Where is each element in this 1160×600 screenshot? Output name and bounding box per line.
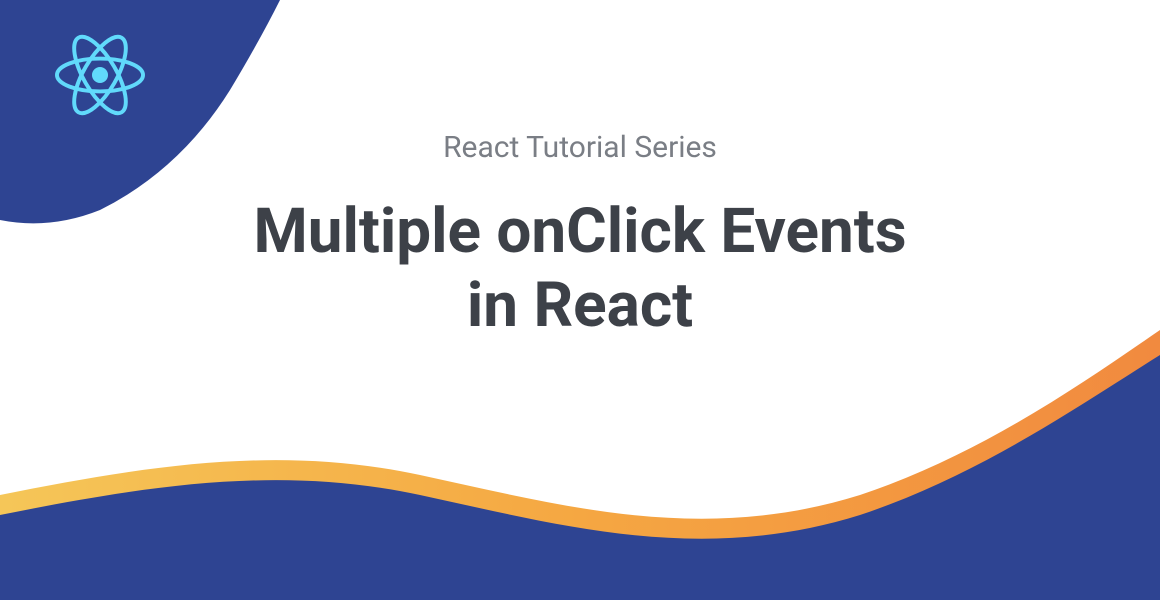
react-icon (55, 30, 145, 120)
bottom-wave-decoration (0, 320, 1160, 600)
series-subtitle: React Tutorial Series (0, 130, 1160, 165)
hero-content: React Tutorial Series Multiple onClick E… (0, 130, 1160, 344)
